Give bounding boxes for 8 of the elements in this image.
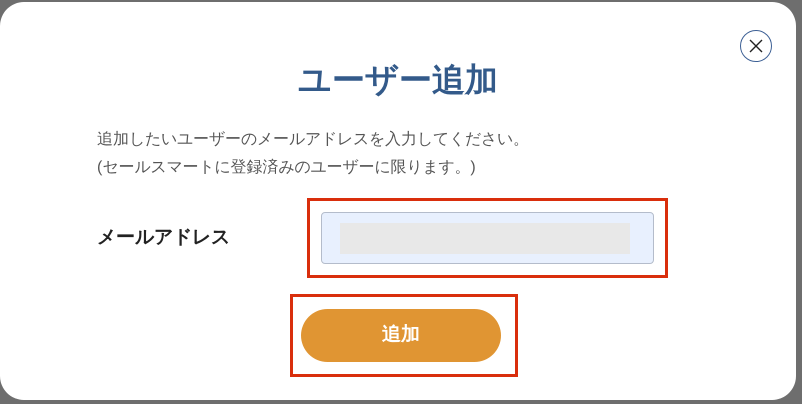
field-label: メールアドレス bbox=[97, 226, 231, 250]
close-icon bbox=[749, 39, 763, 53]
description-text: 追加したいユーザーのメールアドレスを入力してください。 bbox=[97, 130, 530, 150]
description-text: (セールスマートに登録済みのユーザーに限ります。) bbox=[97, 158, 477, 178]
add-button[interactable]: 追加 bbox=[301, 309, 501, 362]
close-button[interactable] bbox=[740, 30, 772, 62]
dialog-title: ユーザー追加 bbox=[297, 60, 499, 100]
email-input-field[interactable] bbox=[321, 212, 654, 264]
